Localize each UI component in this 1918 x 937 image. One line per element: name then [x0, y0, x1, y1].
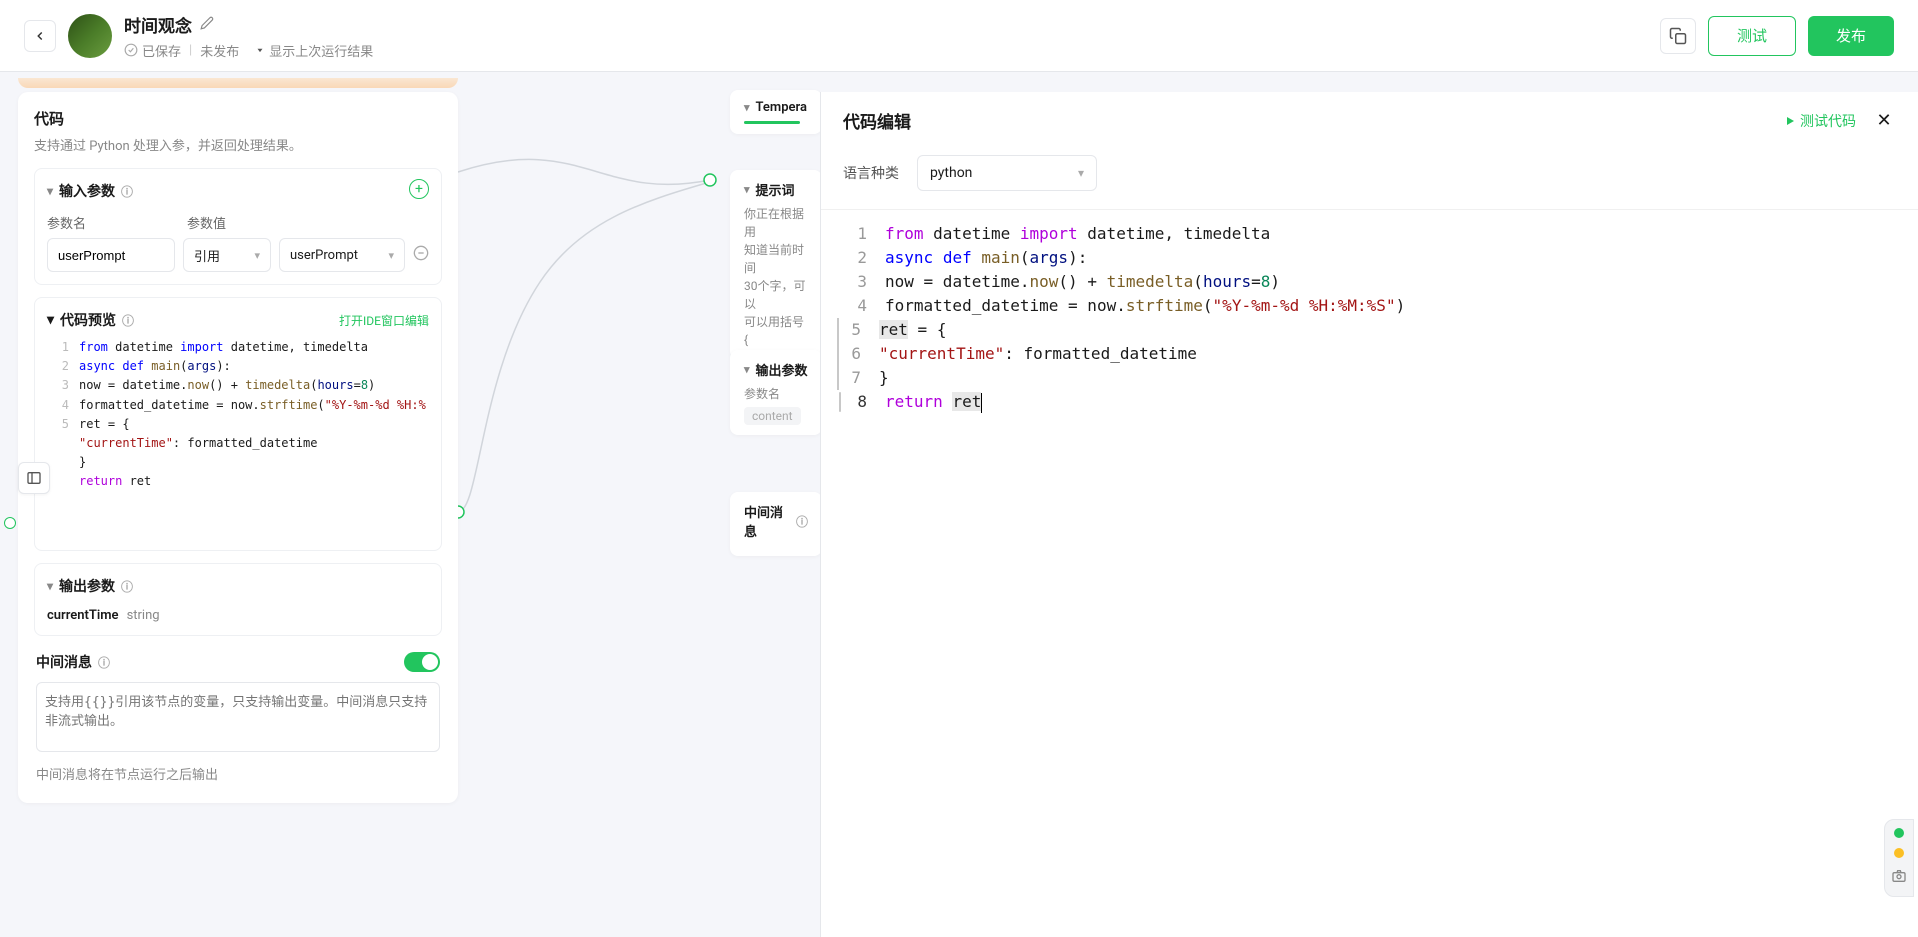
screenshot-icon[interactable]	[1891, 868, 1907, 888]
open-ide-link[interactable]: 打开IDE窗口编辑	[339, 312, 429, 329]
col-value-label: 参数值	[187, 213, 226, 232]
mid-msg-node[interactable]: 中间消息ⓘ	[730, 492, 822, 556]
mid-msg-textarea[interactable]	[36, 682, 440, 752]
param-name-input[interactable]	[47, 238, 175, 272]
status-dot-green	[1894, 828, 1904, 838]
language-label: 语言种类	[843, 163, 899, 183]
ref-value-select[interactable]: userPrompt▾	[279, 238, 405, 272]
divider: |	[189, 43, 192, 58]
param-row: 引用▾ userPrompt▾	[47, 238, 429, 272]
edit-icon[interactable]	[200, 15, 214, 34]
input-params-section: ▾ 输入参数 ⓘ + 参数名 参数值 引用▾ userPrompt▾	[34, 168, 442, 285]
output-params-node[interactable]: ▾输出参数 参数名 content	[730, 350, 822, 435]
code-node-panel: 代码 支持通过 Python 处理入参，并返回处理结果。 ▾ 输入参数 ⓘ + …	[18, 92, 458, 803]
chevron-down-icon[interactable]: ▾	[47, 579, 53, 593]
unpublished-status: 未发布	[200, 41, 239, 60]
mid-msg-hint: 中间消息将在节点运行之后输出	[36, 764, 440, 783]
title-block: 时间观念 已保存 | 未发布 显示上次运行结果	[124, 12, 1660, 60]
node-title: 代码	[34, 108, 442, 129]
avatar	[68, 14, 112, 58]
page-title: 时间观念	[124, 12, 192, 37]
chevron-down-icon[interactable]: ▾	[47, 312, 54, 328]
output-param-type: string	[127, 608, 160, 623]
header: 时间观念 已保存 | 未发布 显示上次运行结果 测试 发布	[0, 0, 1918, 72]
code-editor[interactable]: 1from datetime import datetime, timedelt…	[821, 210, 1918, 937]
back-button[interactable]	[24, 20, 56, 52]
col-name-label: 参数名	[47, 213, 187, 232]
code-editor-panel: 代码编辑 测试代码 ✕ 语言种类 python ▾ 1from datetime…	[820, 92, 1918, 937]
status-dot-yellow	[1894, 848, 1904, 858]
run-result-dropdown[interactable]: 显示上次运行结果	[255, 41, 373, 60]
temperature-node[interactable]: ▾Tempera	[730, 90, 822, 134]
ref-type-select[interactable]: 引用▾	[183, 238, 271, 272]
upstream-node-edge	[18, 78, 458, 88]
node-description: 支持通过 Python 处理入参，并返回处理结果。	[34, 135, 442, 154]
input-port[interactable]	[4, 517, 16, 529]
test-code-link[interactable]: 测试代码	[1784, 111, 1856, 131]
mid-msg-toggle[interactable]	[404, 652, 440, 672]
test-button[interactable]: 测试	[1708, 16, 1796, 56]
delete-param-button[interactable]	[413, 245, 429, 265]
preview-title: 代码预览	[60, 310, 116, 330]
info-icon[interactable]: ⓘ	[121, 578, 133, 595]
close-button[interactable]: ✕	[1872, 109, 1896, 133]
add-param-button[interactable]: +	[409, 179, 429, 199]
output-param-name: currentTime	[47, 608, 119, 623]
code-preview[interactable]: 1from datetime import datetime, timedelt…	[47, 338, 429, 538]
saved-status: 已保存	[124, 41, 181, 60]
prompt-node[interactable]: ▾提示词 你正在根据用 知道当前时间 30个字，可以 可以用括号{	[730, 170, 822, 359]
publish-button[interactable]: 发布	[1808, 16, 1894, 56]
panel-collapse-button[interactable]	[18, 462, 50, 494]
mid-msg-title: 中间消息	[36, 652, 92, 672]
language-select[interactable]: python ▾	[917, 155, 1097, 191]
info-icon[interactable]: ⓘ	[122, 312, 134, 329]
info-icon[interactable]: ⓘ	[121, 183, 133, 200]
copy-button[interactable]	[1660, 18, 1696, 54]
info-icon[interactable]: ⓘ	[98, 654, 110, 671]
mid-message-section: 中间消息 ⓘ 中间消息将在节点运行之后输出	[34, 648, 442, 787]
section-title: 输入参数	[59, 181, 115, 201]
chevron-down-icon[interactable]: ▾	[47, 184, 53, 198]
code-preview-section: ▾ 代码预览 ⓘ 打开IDE窗口编辑 1from datetime import d…	[34, 297, 442, 551]
output-params-section: ▾ 输出参数 ⓘ currentTime string	[34, 563, 442, 636]
canvas[interactable]: 代码 支持通过 Python 处理入参，并返回处理结果。 ▾ 输入参数 ⓘ + …	[0, 72, 1918, 937]
editor-title: 代码编辑	[843, 108, 911, 133]
side-float-panel[interactable]	[1884, 819, 1914, 897]
section-title: 输出参数	[59, 576, 115, 596]
